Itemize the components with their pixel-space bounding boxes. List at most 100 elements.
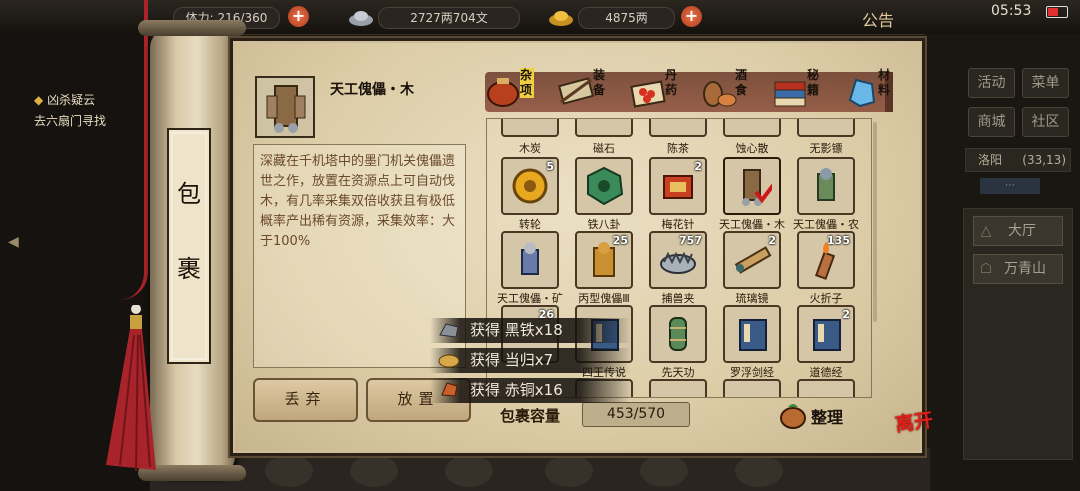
item-quantity: 2: [842, 308, 850, 321]
item-name-label: 木炭: [519, 142, 541, 155]
pills-icon: [630, 80, 666, 108]
add-gold-button[interactable]: +: [681, 6, 702, 27]
location-name: 洛阳: [978, 153, 1003, 167]
collapse-arrow-icon[interactable]: ◀: [8, 234, 19, 250]
inventory-scrollbar[interactable]: [873, 122, 877, 322]
location-line: 洛阳 (33,13): [965, 148, 1071, 172]
inventory-slot[interactable]: 2: [649, 157, 707, 215]
inventory-slot[interactable]: 135: [797, 231, 855, 289]
item-quantity: 2: [768, 234, 776, 247]
silver-ingot-icon: [349, 11, 373, 26]
reward-toast: 获得 赤铜x16: [430, 378, 630, 403]
wooden-puppet-icon: [742, 169, 772, 206]
discard-button[interactable]: 丢弃: [253, 378, 358, 422]
tab-label: 装备: [593, 68, 606, 97]
menu-button[interactable]: 菜单: [1022, 68, 1069, 98]
item-name-label: 梅花针: [661, 218, 695, 231]
inventory-slot[interactable]: [575, 119, 633, 137]
tab-label: 材料: [878, 68, 891, 97]
nav-button[interactable]: [265, 455, 313, 487]
nav-button[interactable]: [545, 455, 593, 487]
item-name-label: 先天功: [661, 366, 695, 379]
inventory-slot[interactable]: [797, 157, 855, 215]
inventory-slot[interactable]: [649, 305, 707, 363]
sort-label: 整理: [811, 408, 844, 427]
scroll-book-icon: [669, 317, 687, 351]
inventory-slot[interactable]: [649, 119, 707, 137]
roller-end-top: [138, 20, 246, 36]
inventory-slot[interactable]: [501, 231, 559, 289]
selected-item-name: 天工傀儡・木: [330, 82, 414, 98]
inventory-slot[interactable]: [723, 379, 781, 397]
item-name-label: 转轮: [519, 218, 541, 231]
inventory-slot[interactable]: [575, 157, 633, 215]
item-name-label: 天工傀儡・矿: [497, 292, 563, 305]
tab-equipment[interactable]: 装备: [553, 66, 619, 112]
quest-tracker[interactable]: ◆ 凶杀疑云 去六扇门寻找: [34, 90, 106, 132]
clock: 05:53: [991, 3, 1032, 19]
scene-item-wanqingshan[interactable]: ☖ 万青山: [973, 254, 1063, 284]
triangle-icon: △: [980, 223, 992, 239]
inventory-slot[interactable]: 757: [649, 231, 707, 289]
tab-wine-food[interactable]: 酒食: [695, 66, 761, 112]
add-stamina-button[interactable]: +: [288, 6, 309, 27]
inventory-slot[interactable]: 25: [575, 231, 633, 289]
black-iron-icon: [439, 323, 459, 338]
tab-label: 酒食: [735, 68, 748, 97]
scroll-cord: [120, 0, 148, 300]
gear-wheel-icon: [512, 168, 548, 204]
inventory-slot[interactable]: 2: [797, 305, 855, 363]
equipment-weapons-icon: [557, 77, 595, 105]
item-name-label: 天工傀儡・农: [793, 218, 859, 231]
toast-text: 获得 黑铁x18: [470, 321, 563, 339]
red-copper-icon: [441, 382, 458, 397]
shop-button[interactable]: 商城: [968, 107, 1015, 137]
tab-sundries[interactable]: 杂项: [480, 66, 546, 112]
book-icon: [813, 319, 841, 351]
tab-secret-books[interactable]: 秘籍: [767, 66, 833, 112]
quest-subtitle: 去六扇门寻找: [34, 114, 107, 128]
book-icon: [739, 319, 767, 351]
toast-text: 获得 赤铜x16: [470, 381, 563, 399]
gold-ingot-icon: [549, 11, 573, 26]
capacity-label: 包裹容量: [500, 407, 561, 425]
sundries-pot-icon: [487, 78, 519, 107]
item-name-label: 天工傀儡・木: [719, 218, 785, 231]
inventory-slot[interactable]: [797, 379, 855, 397]
materials-crystal-icon: [848, 78, 876, 108]
mine-puppet-icon: [521, 242, 539, 275]
inventory-slot[interactable]: [723, 305, 781, 363]
activity-button[interactable]: 活动: [968, 68, 1015, 98]
tab-pills[interactable]: 丹药: [625, 66, 691, 112]
inventory-slot[interactable]: [723, 119, 781, 137]
nav-button[interactable]: [735, 455, 783, 487]
reward-toast: 获得 当归x7: [430, 348, 630, 373]
leave-button[interactable]: 离开: [894, 409, 946, 463]
tab-label: 丹药: [665, 68, 678, 97]
spyglass-icon: [734, 246, 772, 274]
inventory-slot[interactable]: 5: [501, 157, 559, 215]
silver-display: 2727两704文: [378, 7, 520, 29]
item-name-label: 捕兽夹: [661, 292, 695, 305]
person-icon: ☖: [979, 261, 993, 277]
reward-toast: 获得 黑铁x18: [430, 318, 630, 343]
scene-item-hall[interactable]: △ 大厅: [973, 216, 1063, 246]
tab-materials[interactable]: 材料: [838, 66, 904, 112]
item-name-label: 罗浮剑经: [730, 366, 774, 379]
inventory-slot[interactable]: [649, 379, 707, 397]
selected-item-portrait: [255, 76, 315, 138]
community-button[interactable]: 社区: [1022, 107, 1069, 137]
item-quantity: 135: [827, 234, 850, 247]
notice-button[interactable]: 公告: [862, 7, 894, 31]
inventory-slot[interactable]: [501, 119, 559, 137]
inventory-slot[interactable]: [797, 119, 855, 137]
inventory-slot-selected[interactable]: [723, 157, 781, 215]
quest-title: 凶杀疑云: [47, 93, 96, 107]
nav-button[interactable]: [640, 455, 688, 487]
item-name-label: 道德经: [809, 366, 843, 379]
nav-button[interactable]: [350, 455, 398, 487]
nav-button[interactable]: [445, 455, 493, 487]
sort-button[interactable]: 整理: [778, 399, 858, 429]
item-name-label: 铁八卦: [587, 218, 621, 231]
inventory-slot[interactable]: 2: [723, 231, 781, 289]
